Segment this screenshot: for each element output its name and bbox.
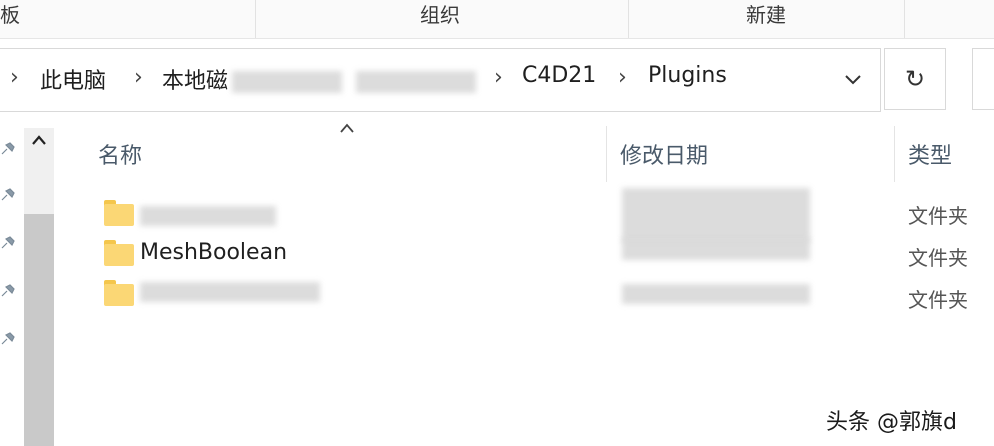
column-header-name[interactable]: 名称 <box>98 138 142 170</box>
pin-icon <box>1 332 15 345</box>
folder-icon <box>104 240 134 266</box>
search-input[interactable] <box>972 48 994 110</box>
breadcrumb-chevron-icon[interactable]: › <box>134 65 143 90</box>
breadcrumb-c4d21[interactable]: C4D21 <box>522 63 596 88</box>
folder-icon <box>104 200 134 226</box>
ribbon-group-label: 粘贴板 <box>0 3 20 27</box>
ribbon-group-label: 新建 <box>746 3 786 27</box>
file-type: 文件夹 <box>908 288 968 312</box>
ribbon-separator <box>904 0 905 38</box>
file-name[interactable]: MeshBoolean <box>140 240 287 265</box>
pin-icon <box>1 284 15 297</box>
ribbon-group-new: 新建 <box>706 0 826 38</box>
column-divider[interactable] <box>894 126 895 182</box>
nav-scrollbar[interactable] <box>24 128 54 446</box>
refresh-icon: ↻ <box>904 65 926 93</box>
pin-icon <box>1 188 15 201</box>
redacted-path <box>356 71 476 93</box>
redacted-date <box>622 188 810 242</box>
redacted-path <box>232 71 342 93</box>
column-header-modified[interactable]: 修改日期 <box>620 138 708 170</box>
redacted-date <box>622 238 810 260</box>
breadcrumb-this-pc[interactable]: 此电脑 <box>40 63 106 95</box>
breadcrumb-plugins[interactable]: Plugins <box>648 63 727 88</box>
scroll-up-icon[interactable] <box>29 132 49 148</box>
column-header-type[interactable]: 类型 <box>908 138 952 170</box>
pin-icon <box>1 142 15 155</box>
breadcrumb-chevron-icon[interactable]: › <box>494 65 503 90</box>
ribbon-separator <box>255 0 256 38</box>
file-type: 文件夹 <box>908 204 968 228</box>
ribbon-separator <box>628 0 629 38</box>
folder-icon <box>104 280 134 306</box>
sort-ascending-icon <box>340 123 354 133</box>
breadcrumb-chevron-icon[interactable]: › <box>10 65 19 90</box>
ribbon-group-clipboard: 粘贴板 <box>0 0 38 38</box>
breadcrumb-chevron-icon[interactable]: › <box>618 65 627 90</box>
refresh-button[interactable]: ↻ <box>884 48 946 110</box>
address-bar[interactable]: › 此电脑 › 本地磁 › C4D21 › Plugins <box>0 48 881 112</box>
watermark: 头条 @郭旗d <box>826 410 957 435</box>
ribbon-group-label: 组织 <box>420 3 460 27</box>
pin-icon <box>1 236 15 249</box>
redacted-file-name <box>140 282 320 302</box>
redacted-file-name <box>140 206 276 226</box>
breadcrumb-local-disk[interactable]: 本地磁 <box>162 63 228 95</box>
chevron-down-icon[interactable] <box>838 65 868 95</box>
redacted-date <box>622 284 810 304</box>
column-divider[interactable] <box>606 126 607 182</box>
file-type: 文件夹 <box>908 246 968 270</box>
ribbon-group-organize: 组织 <box>380 0 500 38</box>
scrollbar-thumb[interactable] <box>24 214 54 446</box>
ribbon-bar: 粘贴板 组织 新建 <box>0 0 994 39</box>
